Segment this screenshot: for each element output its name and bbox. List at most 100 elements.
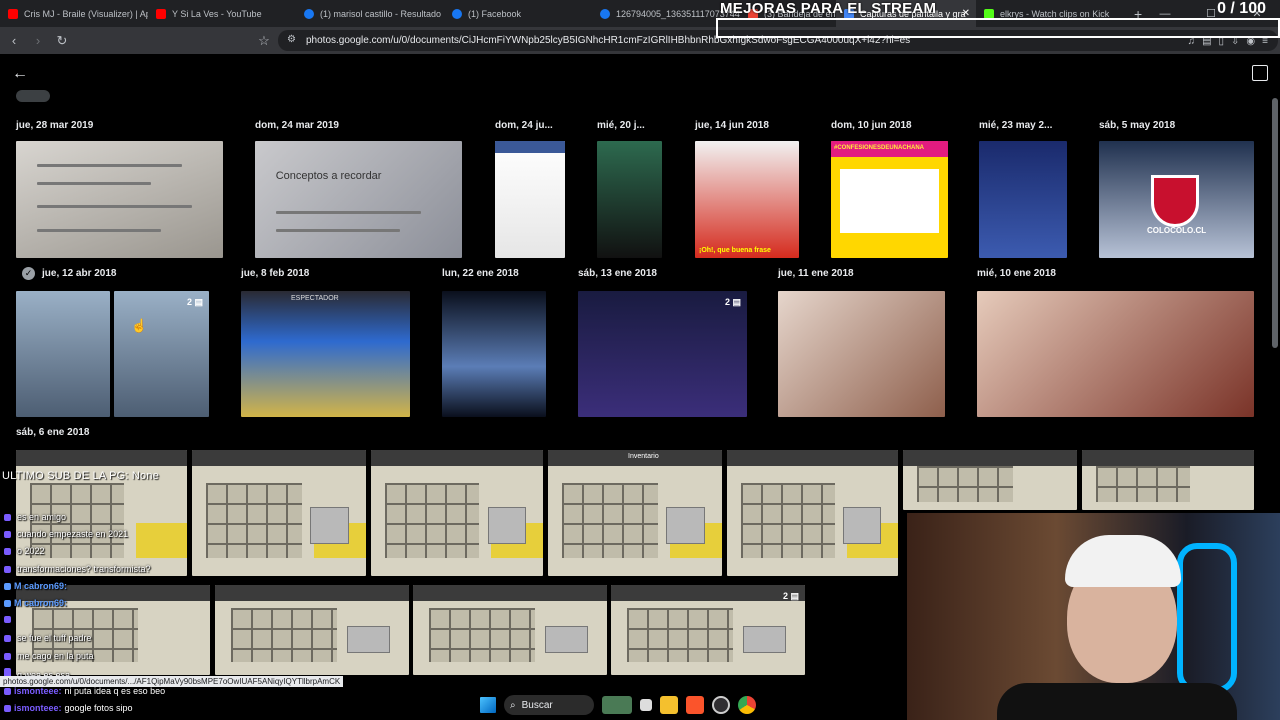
photo-thumbnail[interactable]: ¡Oh!, que buena frase (695, 141, 799, 258)
chat-badge-icon (4, 530, 11, 538)
reload-icon[interactable]: ↻ (52, 33, 72, 49)
task-view-icon[interactable] (640, 699, 652, 711)
colocolo-logo-icon (1151, 175, 1199, 227)
date-header: mié, 20 j... (597, 120, 645, 131)
photo-thumbnail[interactable]: ESPECTADOR (241, 291, 410, 417)
photo-thumbnail[interactable]: 2 ▤ (611, 585, 805, 675)
tab-label: (1) marisol castillo - Resultado (320, 8, 442, 19)
screen: { "browser": { "tabs": [ {"label": "Cris… (0, 0, 1280, 720)
inv-item (666, 506, 705, 545)
inv-header (192, 450, 366, 466)
site-info-icon[interactable]: ⚙ (287, 34, 296, 45)
windows-start-icon[interactable] (480, 697, 496, 713)
taskbar: ⌕ Buscar (470, 690, 810, 720)
chat-text: ni puta idea q es eso beo (64, 686, 166, 696)
date-header: jue, 8 feb 2018 (241, 268, 310, 279)
browser-tab-4[interactable]: (1) Facebook (444, 0, 592, 27)
file-explorer-icon[interactable] (660, 696, 678, 714)
stream-goal-counter: 0 / 100 (1217, 0, 1266, 17)
share-icon[interactable] (1252, 65, 1268, 81)
photo-thumbnail[interactable]: 2 ▤ (578, 291, 747, 417)
last-sub-label: ULTIMO SUB DE LA PG: None (2, 470, 160, 482)
chat-text: o 2022 (17, 546, 45, 556)
chat-message: ismonteee: google fotos sipo (4, 703, 133, 713)
photo-thumbnail[interactable] (778, 291, 945, 417)
photo-thumbnail[interactable] (727, 450, 898, 576)
date-header: mié, 23 may 2... (979, 120, 1053, 131)
photo-thumbnail[interactable]: Conceptos a recordar (255, 141, 462, 258)
inv-grid (626, 608, 734, 663)
photo-thumbnail[interactable] (16, 141, 223, 258)
widgets-icon[interactable] (602, 696, 632, 714)
browser-tab-1[interactable]: Cris MJ - Braile (Visualizer) | Ap (0, 0, 148, 27)
inv-header (1082, 450, 1254, 466)
badge-count: 2 (186, 297, 192, 307)
chat-badge-icon (4, 704, 11, 712)
obs-icon[interactable] (712, 696, 730, 714)
brave-browser-icon[interactable] (686, 696, 704, 714)
photo-thumbnail[interactable] (1082, 450, 1254, 510)
photo-thumbnail[interactable]: Inventario (548, 450, 722, 576)
browser-tab-2[interactable]: Y Si La Ves - YouTube (148, 0, 296, 27)
inv-item (843, 506, 881, 545)
chat-text: google fotos sipo (64, 703, 133, 713)
multi-photo-badge: 2 ▤ (724, 297, 741, 307)
doc-line (36, 205, 192, 209)
chat-text: me cago en la puta (17, 651, 94, 661)
badge-count: 2 (782, 591, 788, 601)
photo-thumbnail[interactable]: 2 ▤ (114, 291, 209, 417)
photo-thumbnail[interactable]: COLOCOLO.CL (1099, 141, 1254, 258)
chat-message: transformaciones? transformista? (4, 564, 151, 574)
doc-line (275, 228, 400, 232)
chat-message: ismonteee: ni puta idea q es eso beo (4, 686, 165, 696)
chat-badge-icon (4, 634, 11, 642)
date-header: sáb, 6 ene 2018 (16, 427, 90, 438)
date-header: sáb, 5 may 2018 (1099, 120, 1176, 131)
forward-arrow-icon[interactable]: › (28, 33, 48, 48)
webcam-feed (907, 513, 1280, 720)
photo-thumbnail[interactable] (597, 141, 662, 258)
bookmark-icon[interactable]: ☆ (254, 33, 274, 49)
post-card (840, 169, 939, 234)
chat-username: M cabron69: (14, 581, 68, 591)
date-header: jue, 12 abr 2018 (42, 268, 117, 279)
date-header: jue, 28 mar 2019 (16, 120, 94, 131)
photo-thumbnail[interactable] (979, 141, 1067, 258)
inv-header (903, 450, 1077, 466)
facebook-icon (600, 8, 610, 19)
tab-label: Cris MJ - Braile (Visualizer) | Ap (24, 8, 148, 19)
photo-thumbnail[interactable]: #CONFESIONESDEUNACHANA (831, 141, 948, 258)
inv-header (16, 450, 187, 466)
back-arrow-icon[interactable]: ‹ (4, 33, 24, 48)
photo-thumbnail[interactable] (977, 291, 1254, 417)
chrome-icon[interactable] (738, 696, 756, 714)
taskbar-search[interactable]: ⌕ Buscar (504, 695, 594, 715)
chat-badge-icon (4, 565, 11, 573)
date-header: dom, 10 jun 2018 (831, 120, 912, 131)
stream-overlay-title: MEJORAS PARA EL STREAM (720, 0, 937, 17)
scrollbar[interactable] (1272, 98, 1278, 348)
search-icon: ⌕ (510, 699, 516, 711)
back-arrow-icon[interactable]: ← (12, 65, 28, 83)
tab-label: (1) Facebook (468, 8, 522, 19)
date-header: jue, 14 jun 2018 (695, 120, 769, 131)
photo-thumbnail[interactable] (413, 585, 607, 675)
chat-message: se fue el tuff padre (4, 633, 91, 643)
phone-header (495, 141, 565, 153)
browser-tab-3[interactable]: (1) marisol castillo - Resultado (296, 0, 444, 27)
select-toggle[interactable] (16, 90, 50, 102)
chat-badge-icon (4, 599, 11, 607)
inv-header (611, 585, 805, 601)
badge-count: 2 (724, 297, 730, 307)
chat-message: es en amigo (4, 512, 66, 522)
facebook-icon (304, 8, 314, 19)
photo-thumbnail[interactable] (903, 450, 1077, 510)
inv-item (487, 506, 526, 545)
mouse-cursor-icon: ☝ (131, 318, 148, 333)
select-check-icon[interactable]: ✓ (22, 267, 35, 280)
tab-label: Y Si La Ves - YouTube (172, 8, 262, 19)
photo-thumbnail[interactable] (495, 141, 565, 258)
multi-photo-badge: 2 ▤ (186, 297, 203, 307)
photo-thumbnail[interactable] (16, 291, 110, 417)
photo-thumbnail[interactable] (442, 291, 546, 417)
